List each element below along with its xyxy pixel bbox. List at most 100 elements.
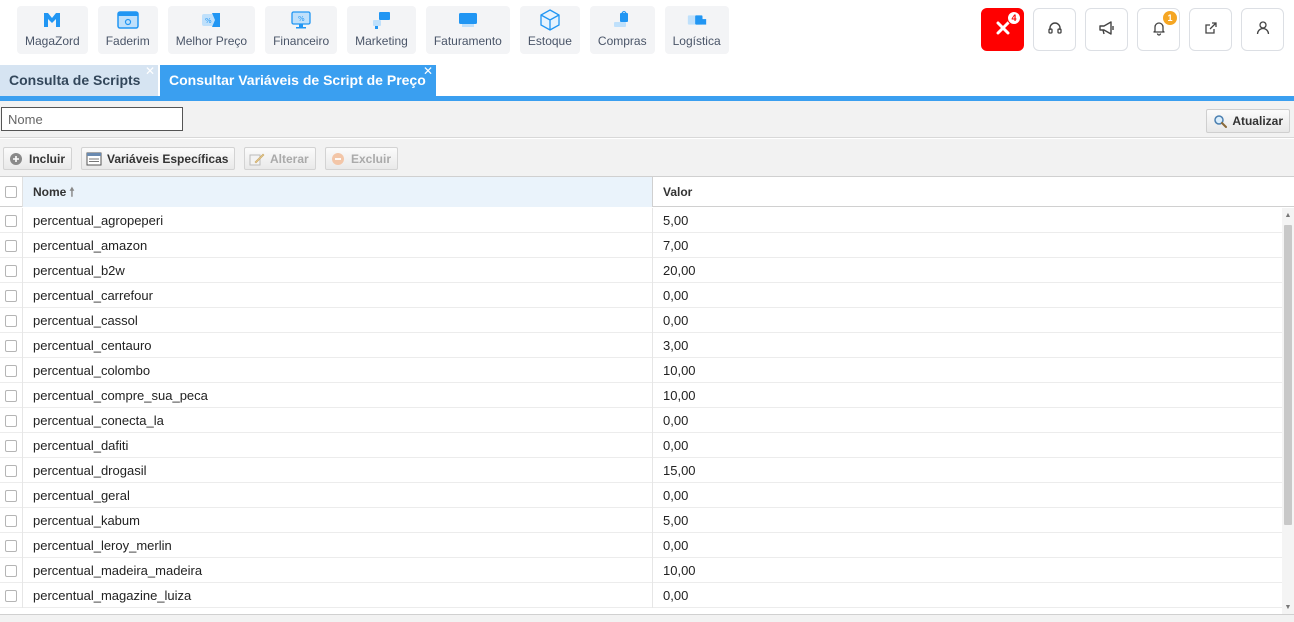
- row-checkbox[interactable]: [5, 389, 17, 402]
- table-row[interactable]: percentual_leroy_merlin 0,00: [0, 533, 1282, 558]
- row-checkbox[interactable]: [5, 289, 17, 302]
- row-select-cell: [0, 233, 23, 258]
- row-checkbox[interactable]: [5, 214, 17, 227]
- edit-pencil-icon: [249, 151, 265, 167]
- module-faturamento[interactable]: Faturamento: [425, 6, 510, 54]
- table-row[interactable]: percentual_cassol 0,00: [0, 308, 1282, 333]
- cell-valor: 20,00: [663, 263, 696, 278]
- row-select-cell: [0, 508, 23, 533]
- table-row[interactable]: percentual_carrefour 0,00: [0, 283, 1282, 308]
- module-label: Compras: [597, 34, 647, 48]
- module-label: Faturamento: [433, 34, 502, 48]
- cell-valor: 0,00: [663, 488, 689, 503]
- module-faderim[interactable]: Faderim: [97, 6, 158, 54]
- close-tab-icon[interactable]: ✕: [423, 56, 433, 87]
- row-checkbox[interactable]: [5, 589, 17, 602]
- row-checkbox[interactable]: [5, 364, 17, 377]
- column-header-nome[interactable]: Nome 🠕: [23, 177, 653, 207]
- refresh-button[interactable]: Atualizar: [1206, 109, 1290, 133]
- box-icon: [539, 9, 561, 31]
- cell-nome: percentual_kabum: [23, 508, 653, 533]
- notifications-button[interactable]: 1: [1137, 8, 1180, 51]
- table-row[interactable]: percentual_kabum 5,00: [0, 508, 1282, 533]
- table-row[interactable]: percentual_madeira_madeira 10,00: [0, 558, 1282, 583]
- row-select-cell: [0, 283, 23, 308]
- cell-nome: percentual_carrefour: [23, 283, 653, 308]
- table-row[interactable]: percentual_magazine_luiza 0,00: [0, 583, 1282, 608]
- user-profile-button[interactable]: [1241, 8, 1284, 51]
- module-melhor-preco[interactable]: % Melhor Preço: [167, 6, 256, 54]
- row-checkbox[interactable]: [5, 539, 17, 552]
- row-checkbox[interactable]: [5, 439, 17, 452]
- module-financeiro[interactable]: % Financeiro: [265, 6, 338, 54]
- monitor-percent-icon: %: [290, 10, 312, 30]
- module-magazord[interactable]: MagaZord: [17, 6, 88, 54]
- table-row[interactable]: percentual_agropeperi 5,00: [0, 208, 1282, 233]
- vertical-scrollbar[interactable]: ▲ ▼: [1282, 208, 1294, 614]
- table-row[interactable]: percentual_b2w 20,00: [0, 258, 1282, 283]
- table-row[interactable]: percentual_amazon 7,00: [0, 233, 1282, 258]
- table-row[interactable]: percentual_colombo 10,00: [0, 358, 1282, 383]
- row-select-cell: [0, 533, 23, 558]
- edit-button[interactable]: Alterar: [244, 147, 316, 170]
- scrollbar-thumb[interactable]: [1284, 225, 1292, 525]
- column-header-label: Valor: [663, 185, 693, 199]
- module-marketing[interactable]: Marketing: [347, 6, 416, 54]
- name-filter-input[interactable]: [1, 107, 183, 131]
- cell-valor: 10,00: [663, 363, 696, 378]
- cell-valor: 0,00: [663, 588, 689, 603]
- module-estoque[interactable]: Estoque: [519, 6, 580, 54]
- include-button[interactable]: Incluir: [3, 147, 73, 170]
- row-checkbox[interactable]: [5, 564, 17, 577]
- notifications-count-badge: 1: [1163, 11, 1177, 25]
- cell-nome: percentual_conecta_la: [23, 408, 653, 433]
- delete-button[interactable]: Excluir: [325, 147, 399, 170]
- cell-nome: percentual_geral: [23, 483, 653, 508]
- external-link-icon: [1203, 20, 1219, 39]
- scroll-up-arrow-icon[interactable]: ▲: [1282, 208, 1294, 222]
- grid-header: Nome 🠕 Valor: [0, 177, 1294, 207]
- close-tab-icon[interactable]: ✕: [145, 56, 155, 87]
- row-checkbox[interactable]: [5, 339, 17, 352]
- announcements-button[interactable]: [1085, 8, 1128, 51]
- tab-consultar-variaveis[interactable]: Consultar Variáveis de Script de Preço ✕: [160, 64, 436, 96]
- table-row[interactable]: percentual_centauro 3,00: [0, 333, 1282, 358]
- shopping-bag-icon: [611, 10, 633, 30]
- table-row[interactable]: percentual_conecta_la 0,00: [0, 408, 1282, 433]
- top-module-bar: MagaZord Faderim % Melhor Preço % Financ…: [0, 0, 1294, 65]
- row-select-cell: [0, 458, 23, 483]
- row-checkbox[interactable]: [5, 514, 17, 527]
- row-checkbox[interactable]: [5, 464, 17, 477]
- module-logistica[interactable]: Logística: [664, 6, 729, 54]
- select-all-checkbox[interactable]: [5, 186, 17, 198]
- svg-text:%: %: [205, 17, 212, 25]
- table-row[interactable]: percentual_compre_sua_peca 10,00: [0, 383, 1282, 408]
- row-checkbox[interactable]: [5, 414, 17, 427]
- cell-nome: percentual_centauro: [23, 333, 653, 358]
- close-all-button[interactable]: 4: [981, 8, 1024, 51]
- tab-consulta-de-scripts[interactable]: Consulta de Scripts ✕: [0, 64, 158, 96]
- row-checkbox[interactable]: [5, 239, 17, 252]
- row-select-cell: [0, 433, 23, 458]
- cell-valor: 10,00: [663, 563, 696, 578]
- delete-label: Excluir: [351, 151, 392, 166]
- row-checkbox[interactable]: [5, 264, 17, 277]
- module-compras[interactable]: Compras: [589, 6, 655, 54]
- scroll-down-arrow-icon[interactable]: ▼: [1282, 600, 1294, 614]
- row-checkbox[interactable]: [5, 314, 17, 327]
- row-checkbox[interactable]: [5, 489, 17, 502]
- table-row[interactable]: percentual_geral 0,00: [0, 483, 1282, 508]
- open-external-button[interactable]: [1189, 8, 1232, 51]
- specific-variables-button[interactable]: Variáveis Específicas: [81, 147, 236, 170]
- cell-valor: 10,00: [663, 388, 696, 403]
- module-list: MagaZord Faderim % Melhor Preço % Financ…: [17, 6, 729, 54]
- table-row[interactable]: percentual_drogasil 15,00: [0, 458, 1282, 483]
- megaphone-icon: [1098, 20, 1116, 39]
- table-row[interactable]: percentual_dafiti 0,00: [0, 433, 1282, 458]
- cell-nome: percentual_madeira_madeira: [23, 558, 653, 583]
- module-label: Melhor Preço: [175, 34, 248, 48]
- select-all-cell: [0, 177, 23, 207]
- column-header-valor[interactable]: Valor: [653, 177, 1294, 207]
- support-button[interactable]: [1033, 8, 1076, 51]
- close-count-badge: 4: [1007, 11, 1021, 25]
